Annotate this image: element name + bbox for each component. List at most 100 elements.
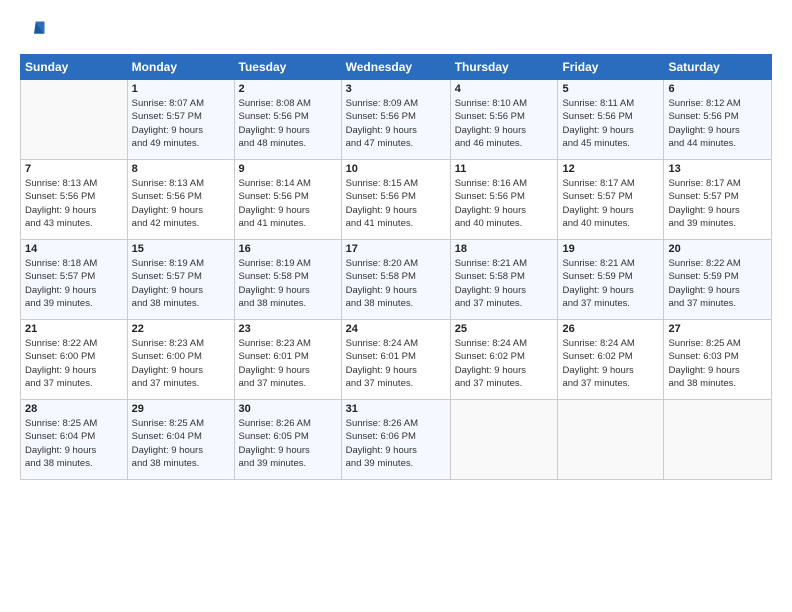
calendar-cell: 21 Sunrise: 8:22 AM Sunset: 6:00 PM Dayli… xyxy=(21,320,128,400)
day-number: 8 xyxy=(132,163,230,175)
calendar-cell: 20 Sunrise: 8:22 AM Sunset: 5:59 PM Dayli… xyxy=(664,240,772,320)
day-info: Sunrise: 8:21 AM Sunset: 5:59 PM Dayligh… xyxy=(562,257,659,310)
calendar-cell: 3 Sunrise: 8:09 AM Sunset: 5:56 PM Daylig… xyxy=(341,80,450,160)
day-number: 26 xyxy=(562,323,659,335)
day-info: Sunrise: 8:17 AM Sunset: 5:57 PM Dayligh… xyxy=(562,177,659,230)
calendar-week-5: 28 Sunrise: 8:25 AM Sunset: 6:04 PM Dayli… xyxy=(21,400,772,480)
calendar-cell: 26 Sunrise: 8:24 AM Sunset: 6:02 PM Dayli… xyxy=(558,320,664,400)
calendar-cell: 7 Sunrise: 8:13 AM Sunset: 5:56 PM Daylig… xyxy=(21,160,128,240)
day-number: 30 xyxy=(239,403,337,415)
day-number: 17 xyxy=(346,243,446,255)
day-number: 25 xyxy=(455,323,554,335)
calendar-cell: 28 Sunrise: 8:25 AM Sunset: 6:04 PM Dayli… xyxy=(21,400,128,480)
day-info: Sunrise: 8:21 AM Sunset: 5:58 PM Dayligh… xyxy=(455,257,554,310)
logo xyxy=(20,18,52,46)
day-number: 19 xyxy=(562,243,659,255)
calendar-cell: 12 Sunrise: 8:17 AM Sunset: 5:57 PM Dayli… xyxy=(558,160,664,240)
day-info: Sunrise: 8:13 AM Sunset: 5:56 PM Dayligh… xyxy=(25,177,123,230)
day-info: Sunrise: 8:13 AM Sunset: 5:56 PM Dayligh… xyxy=(132,177,230,230)
day-number: 13 xyxy=(668,163,767,175)
calendar-week-3: 14 Sunrise: 8:18 AM Sunset: 5:57 PM Dayli… xyxy=(21,240,772,320)
day-number: 20 xyxy=(668,243,767,255)
day-header-wednesday: Wednesday xyxy=(341,55,450,80)
calendar-cell: 27 Sunrise: 8:25 AM Sunset: 6:03 PM Dayli… xyxy=(664,320,772,400)
day-number: 6 xyxy=(668,83,767,95)
calendar-cell: 31Sunrise: 8:26 AM Sunset: 6:06 PM Dayli… xyxy=(341,400,450,480)
day-number: 29 xyxy=(132,403,230,415)
day-number: 2 xyxy=(239,83,337,95)
day-number: 10 xyxy=(346,163,446,175)
day-number: 3 xyxy=(346,83,446,95)
day-info: Sunrise: 8:25 AM Sunset: 6:03 PM Dayligh… xyxy=(668,337,767,390)
logo-icon xyxy=(20,18,48,46)
day-number: 21 xyxy=(25,323,123,335)
calendar-cell: 17 Sunrise: 8:20 AM Sunset: 5:58 PM Dayli… xyxy=(341,240,450,320)
day-info: Sunrise: 8:25 AM Sunset: 6:04 PM Dayligh… xyxy=(132,417,230,470)
day-number: 15 xyxy=(132,243,230,255)
day-info: Sunrise: 8:08 AM Sunset: 5:56 PM Dayligh… xyxy=(239,97,337,150)
day-info: Sunrise: 8:12 AM Sunset: 5:56 PM Dayligh… xyxy=(668,97,767,150)
calendar-cell: 14 Sunrise: 8:18 AM Sunset: 5:57 PM Dayli… xyxy=(21,240,128,320)
calendar-cell: 18Sunrise: 8:21 AM Sunset: 5:58 PM Dayli… xyxy=(450,240,558,320)
day-number: 5 xyxy=(562,83,659,95)
calendar-cell: 2 Sunrise: 8:08 AM Sunset: 5:56 PM Daylig… xyxy=(234,80,341,160)
day-header-tuesday: Tuesday xyxy=(234,55,341,80)
calendar-cell: 6 Sunrise: 8:12 AM Sunset: 5:56 PM Daylig… xyxy=(664,80,772,160)
day-info: Sunrise: 8:22 AM Sunset: 6:00 PM Dayligh… xyxy=(25,337,123,390)
calendar-cell: 10Sunrise: 8:15 AM Sunset: 5:56 PM Dayli… xyxy=(341,160,450,240)
calendar-cell: 30 Sunrise: 8:26 AM Sunset: 6:05 PM Dayli… xyxy=(234,400,341,480)
day-header-monday: Monday xyxy=(127,55,234,80)
header xyxy=(20,18,772,46)
calendar-cell: 11 Sunrise: 8:16 AM Sunset: 5:56 PM Dayli… xyxy=(450,160,558,240)
calendar-table: SundayMondayTuesdayWednesdayThursdayFrid… xyxy=(20,54,772,480)
day-header-saturday: Saturday xyxy=(664,55,772,80)
day-number: 27 xyxy=(668,323,767,335)
day-number: 11 xyxy=(455,163,554,175)
day-number: 7 xyxy=(25,163,123,175)
day-info: Sunrise: 8:16 AM Sunset: 5:56 PM Dayligh… xyxy=(455,177,554,230)
day-number: 22 xyxy=(132,323,230,335)
day-info: Sunrise: 8:23 AM Sunset: 6:01 PM Dayligh… xyxy=(239,337,337,390)
day-number: 24 xyxy=(346,323,446,335)
calendar-week-1: 1 Sunrise: 8:07 AM Sunset: 5:57 PM Daylig… xyxy=(21,80,772,160)
day-info: Sunrise: 8:19 AM Sunset: 5:58 PM Dayligh… xyxy=(239,257,337,310)
calendar-cell: 15Sunrise: 8:19 AM Sunset: 5:57 PM Dayli… xyxy=(127,240,234,320)
calendar-cell: 1 Sunrise: 8:07 AM Sunset: 5:57 PM Daylig… xyxy=(127,80,234,160)
calendar-cell: 19 Sunrise: 8:21 AM Sunset: 5:59 PM Dayli… xyxy=(558,240,664,320)
day-number: 14 xyxy=(25,243,123,255)
day-info: Sunrise: 8:18 AM Sunset: 5:57 PM Dayligh… xyxy=(25,257,123,310)
day-number: 1 xyxy=(132,83,230,95)
day-header-thursday: Thursday xyxy=(450,55,558,80)
calendar-cell xyxy=(450,400,558,480)
calendar-cell: 24 Sunrise: 8:24 AM Sunset: 6:01 PM Dayli… xyxy=(341,320,450,400)
calendar-cell: 22 Sunrise: 8:23 AM Sunset: 6:00 PM Dayli… xyxy=(127,320,234,400)
day-info: Sunrise: 8:14 AM Sunset: 5:56 PM Dayligh… xyxy=(239,177,337,230)
day-info: Sunrise: 8:26 AM Sunset: 6:05 PM Dayligh… xyxy=(239,417,337,470)
day-number: 12 xyxy=(562,163,659,175)
day-info: Sunrise: 8:24 AM Sunset: 6:02 PM Dayligh… xyxy=(562,337,659,390)
calendar-cell xyxy=(21,80,128,160)
calendar-cell: 23 Sunrise: 8:23 AM Sunset: 6:01 PM Dayli… xyxy=(234,320,341,400)
day-number: 23 xyxy=(239,323,337,335)
calendar-cell: 25Sunrise: 8:24 AM Sunset: 6:02 PM Dayli… xyxy=(450,320,558,400)
day-info: Sunrise: 8:17 AM Sunset: 5:57 PM Dayligh… xyxy=(668,177,767,230)
day-info: Sunrise: 8:25 AM Sunset: 6:04 PM Dayligh… xyxy=(25,417,123,470)
calendar-cell: 5Sunrise: 8:11 AM Sunset: 5:56 PM Daylig… xyxy=(558,80,664,160)
day-info: Sunrise: 8:07 AM Sunset: 5:57 PM Dayligh… xyxy=(132,97,230,150)
calendar-cell: 13 Sunrise: 8:17 AM Sunset: 5:57 PM Dayli… xyxy=(664,160,772,240)
day-info: Sunrise: 8:09 AM Sunset: 5:56 PM Dayligh… xyxy=(346,97,446,150)
day-number: 9 xyxy=(239,163,337,175)
day-number: 31 xyxy=(346,403,446,415)
day-header-friday: Friday xyxy=(558,55,664,80)
day-number: 28 xyxy=(25,403,123,415)
day-info: Sunrise: 8:22 AM Sunset: 5:59 PM Dayligh… xyxy=(668,257,767,310)
day-info: Sunrise: 8:20 AM Sunset: 5:58 PM Dayligh… xyxy=(346,257,446,310)
day-info: Sunrise: 8:23 AM Sunset: 6:00 PM Dayligh… xyxy=(132,337,230,390)
day-info: Sunrise: 8:24 AM Sunset: 6:01 PM Dayligh… xyxy=(346,337,446,390)
calendar-header-row: SundayMondayTuesdayWednesdayThursdayFrid… xyxy=(21,55,772,80)
day-info: Sunrise: 8:10 AM Sunset: 5:56 PM Dayligh… xyxy=(455,97,554,150)
page: SundayMondayTuesdayWednesdayThursdayFrid… xyxy=(0,0,792,612)
calendar-cell xyxy=(664,400,772,480)
calendar-cell: 29 Sunrise: 8:25 AM Sunset: 6:04 PM Dayli… xyxy=(127,400,234,480)
calendar-cell xyxy=(558,400,664,480)
